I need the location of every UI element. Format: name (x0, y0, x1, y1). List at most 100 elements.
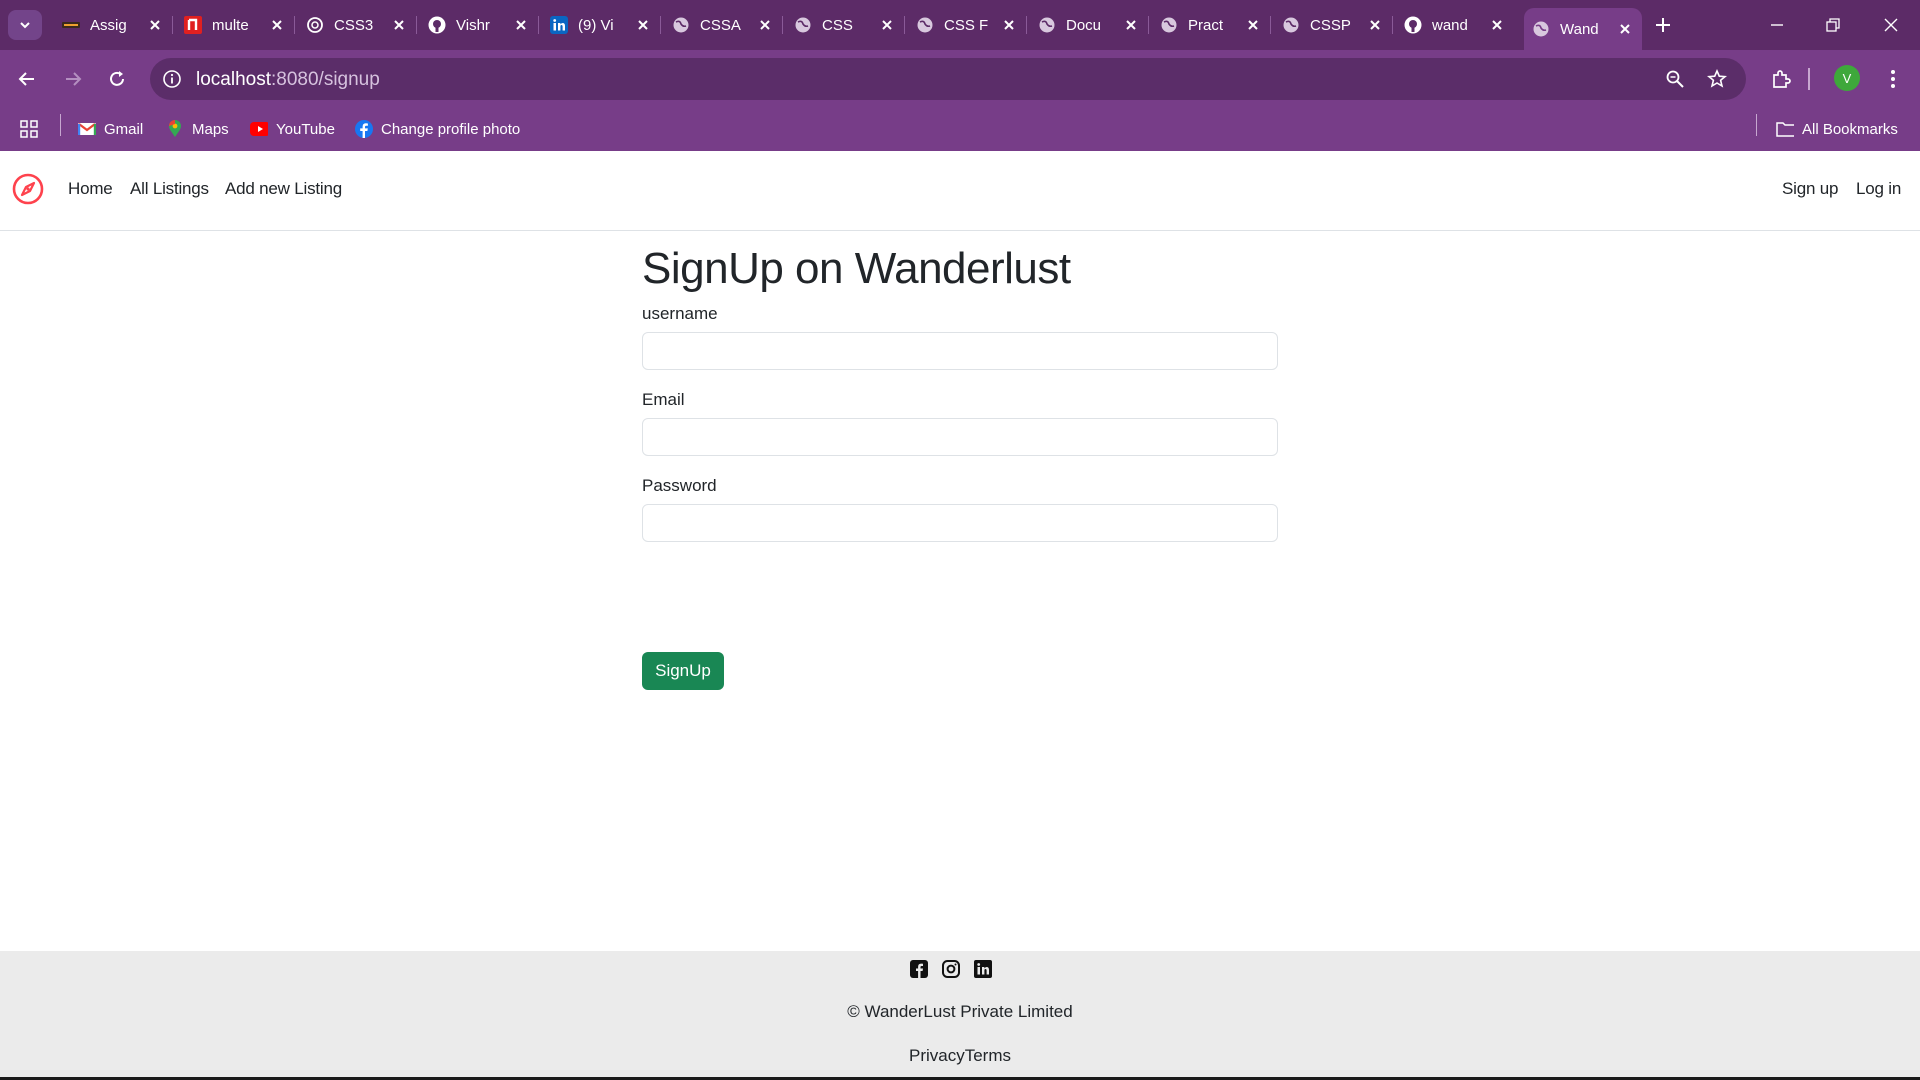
privacy-link[interactable]: Privacy (909, 1046, 965, 1065)
bookmark-label: Maps (192, 120, 229, 138)
close-icon[interactable] (1488, 16, 1506, 34)
linkedin-icon (550, 16, 568, 34)
red-favicon-icon (184, 16, 202, 34)
browser-tab[interactable]: CSSP (1274, 8, 1392, 42)
close-icon[interactable] (1366, 16, 1384, 34)
browser-tab[interactable]: Docu (1030, 8, 1148, 42)
reload-button[interactable] (102, 64, 132, 94)
browser-tab[interactable]: Vishr (420, 8, 538, 42)
tab-title: CSSA (700, 16, 741, 34)
close-icon[interactable] (634, 16, 652, 34)
close-window-button[interactable] (1876, 10, 1906, 40)
globe-icon (916, 16, 934, 34)
plus-icon (1656, 18, 1670, 32)
forward-button[interactable] (58, 64, 88, 94)
zoom-icon[interactable] (1664, 68, 1686, 90)
instagram-icon[interactable] (942, 960, 960, 978)
bookmark-facebook[interactable]: Change profile photo (355, 118, 520, 140)
signup-form: SignUp on Wanderlust username Email Pass… (642, 243, 1278, 690)
email-label: Email (642, 390, 685, 409)
reload-icon (110, 71, 124, 86)
nav-login-link[interactable]: Log in (1856, 179, 1901, 199)
close-icon[interactable] (756, 16, 774, 34)
all-bookmarks-button[interactable]: All Bookmarks (1776, 118, 1898, 140)
email-field-group: Email (642, 390, 1278, 456)
openai-favicon-icon (306, 16, 324, 34)
bookmark-gmail[interactable]: Gmail (78, 118, 143, 140)
bookmark-label: Change profile photo (381, 120, 521, 138)
restore-button[interactable] (1818, 10, 1848, 40)
nav-all-listings-link[interactable]: All Listings (130, 179, 209, 199)
compass-logo-icon[interactable] (12, 173, 44, 205)
nav-add-listing-link[interactable]: Add new Listing (225, 179, 342, 199)
browser-tab[interactable]: Assig (54, 8, 172, 42)
tab-separator (1270, 16, 1271, 34)
browser-tab[interactable]: wand (1396, 8, 1514, 42)
github-icon (1404, 16, 1422, 34)
username-input[interactable] (642, 332, 1278, 370)
globe-icon (1038, 16, 1056, 34)
signup-button[interactable]: SignUp (642, 652, 724, 690)
browser-tab[interactable]: CSS3 (298, 8, 416, 42)
tab-separator (294, 16, 295, 34)
apps-button[interactable] (20, 118, 46, 140)
minimize-button[interactable] (1762, 10, 1792, 40)
tab-separator (172, 16, 173, 34)
tab-title: multe (212, 16, 249, 34)
tab-title: CSS (822, 16, 853, 34)
new-tab-button[interactable] (1650, 12, 1676, 38)
browser-tab[interactable]: multe (176, 8, 294, 42)
browser-tab[interactable]: Pract (1152, 8, 1270, 42)
globe-icon (1282, 16, 1300, 34)
tab-search-button[interactable] (8, 10, 42, 40)
close-icon[interactable] (268, 16, 286, 34)
browser-tab[interactable]: CSSA (664, 8, 782, 42)
close-icon[interactable] (1244, 16, 1262, 34)
browser-menu-button[interactable] (1878, 64, 1908, 94)
linkedin-icon[interactable] (974, 960, 992, 978)
close-icon[interactable] (878, 16, 896, 34)
email-input[interactable] (642, 418, 1278, 456)
tab-separator (660, 16, 661, 34)
footer-links: PrivacyTerms (0, 1046, 1920, 1066)
browser-tab[interactable]: CSS (786, 8, 904, 42)
bookmark-youtube[interactable]: YouTube (250, 118, 335, 140)
info-icon[interactable] (162, 69, 182, 89)
facebook-icon[interactable] (910, 960, 928, 978)
terms-link[interactable]: Terms (965, 1046, 1011, 1065)
arrow-left-icon (18, 72, 34, 86)
url-text[interactable]: localhost:8080/signup (196, 69, 380, 91)
close-icon[interactable] (1122, 16, 1140, 34)
profile-avatar[interactable]: V (1834, 65, 1860, 91)
arrow-right-icon (66, 72, 82, 86)
browser-tab-active[interactable]: Wand (1524, 8, 1642, 50)
tab-title: wand (1432, 16, 1468, 34)
bookmark-maps[interactable]: Maps (166, 118, 229, 140)
close-icon[interactable] (1000, 16, 1018, 34)
nav-home-link[interactable]: Home (68, 179, 113, 199)
bookmark-label: Gmail (104, 120, 144, 138)
page-title: SignUp on Wanderlust (642, 244, 1071, 293)
address-bar[interactable]: localhost:8080/signup (150, 58, 1746, 100)
bookmark-star-icon[interactable] (1706, 68, 1728, 90)
globe-icon (1160, 16, 1178, 34)
password-input[interactable] (642, 504, 1278, 542)
close-icon[interactable] (512, 16, 530, 34)
nav-signup-link[interactable]: Sign up (1782, 179, 1838, 199)
password-field-group: Password (642, 476, 1278, 542)
username-field-group: username (642, 304, 1278, 370)
tab-separator (416, 16, 417, 34)
site-footer: © WanderLust Private Limited PrivacyTerm… (0, 951, 1920, 1077)
tab-title: Docu (1066, 16, 1102, 34)
globe-icon (672, 16, 690, 34)
apps-grid-icon (20, 120, 38, 138)
browser-tab[interactable]: CSS F (908, 8, 1026, 42)
close-icon[interactable] (146, 16, 164, 34)
close-icon[interactable] (1616, 20, 1634, 38)
username-label: username (642, 304, 718, 323)
back-button[interactable] (12, 64, 42, 94)
close-icon[interactable] (390, 16, 408, 34)
browser-tab[interactable]: (9) Vi (542, 8, 660, 42)
extensions-button[interactable] (1766, 64, 1796, 94)
maps-icon (166, 120, 184, 138)
